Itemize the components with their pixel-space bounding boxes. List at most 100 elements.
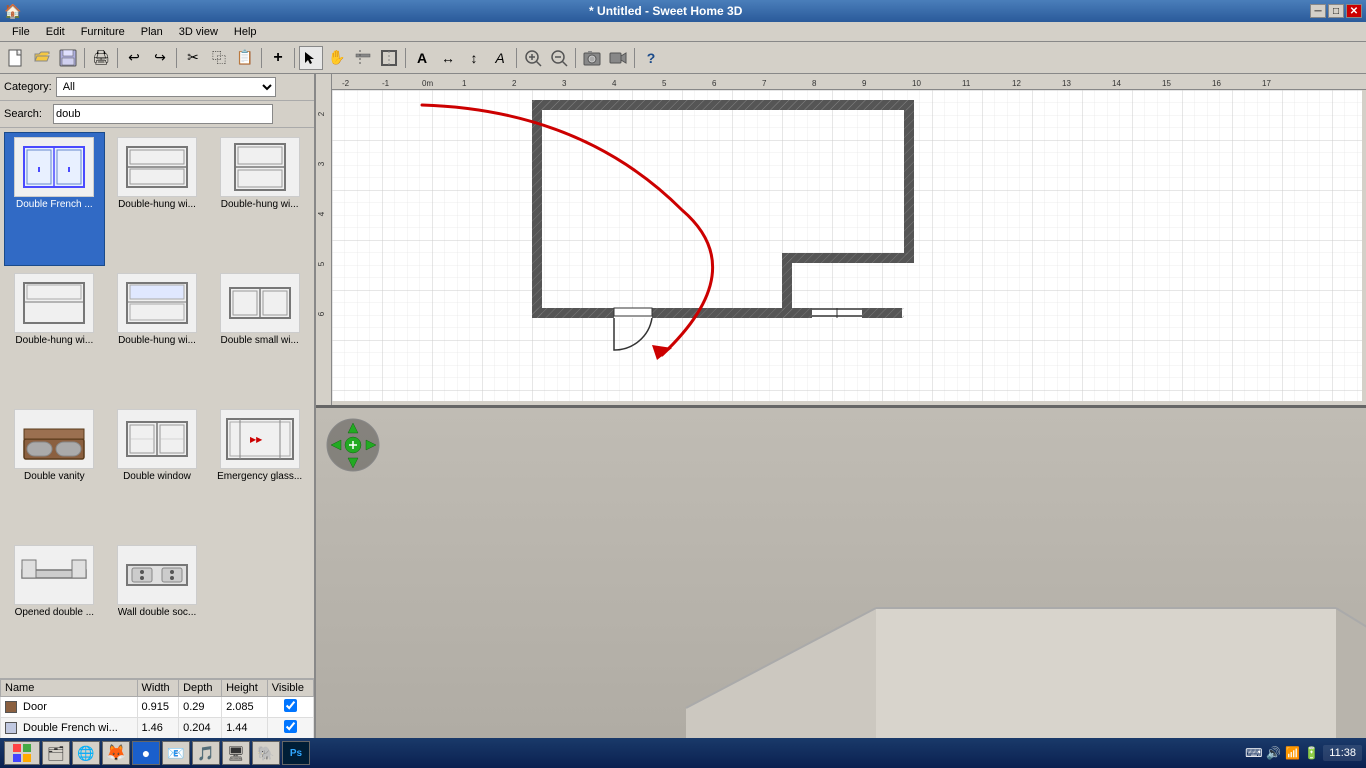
start-button[interactable] [4,741,40,765]
item-img-double-french [14,137,94,197]
item-opened-double[interactable]: Opened double ... [4,540,105,674]
table-row: Door 0.915 0.29 2.085 [1,697,314,718]
plan-view[interactable]: -2 -1 0m 1 2 3 4 5 6 7 8 9 10 11 12 13 1 [316,74,1366,408]
category-select[interactable]: All [56,77,276,97]
plan-grid [332,90,1366,405]
new-button[interactable] [4,46,28,70]
menu-furniture[interactable]: Furniture [73,24,133,40]
snapshot-button[interactable] [580,46,604,70]
select-button[interactable] [299,46,323,70]
sep9 [634,48,635,68]
item-img-emergency-glass: ▶▶ [220,409,300,469]
restore-button[interactable]: □ [1328,4,1344,18]
redo-button[interactable]: ↪ [148,46,172,70]
item-double-vanity[interactable]: Double vanity [4,404,105,538]
menu-3dview[interactable]: 3D view [171,24,226,40]
item-double-window[interactable]: Double window [107,404,208,538]
svg-text:3: 3 [317,161,326,166]
taskbar-music[interactable]: 🎵 [192,741,220,765]
item-double-hung-4[interactable]: Double-hung wi... [107,268,208,402]
item-label-double-hung-1: Double-hung wi... [118,199,196,210]
cut-button[interactable]: ✂ [181,46,205,70]
col-visible: Visible [267,680,313,697]
item-img-double-vanity [14,409,94,469]
item-double-hung-2[interactable]: Double-hung wi... [209,132,310,266]
svg-text:5: 5 [662,79,667,88]
category-label: Category: [4,81,52,93]
item-double-french[interactable]: Double French ... [4,132,105,266]
toolbar: 🖨 ↩ ↪ ✂ ⿻ 📋 + ✋ A ↔ ↕ A ? [0,42,1366,74]
create-walls-button[interactable] [351,46,375,70]
v-scrollbar[interactable] [1362,90,1366,401]
speaker-icon[interactable]: 🔊 [1266,746,1281,760]
item-wall-double[interactable]: Wall double soc... [107,540,208,674]
open-button[interactable] [30,46,54,70]
add-furniture-button[interactable]: + [266,46,290,70]
help-button[interactable]: ? [639,46,663,70]
font-button[interactable]: A [488,46,512,70]
taskbar-browser[interactable]: 🌐 [72,741,100,765]
undo-button[interactable]: ↩ [122,46,146,70]
zoom-in-button[interactable] [521,46,545,70]
row-name-door: Door [1,697,138,718]
svg-text:6: 6 [712,79,717,88]
network-icon[interactable]: 📶 [1285,746,1300,760]
add-text-button[interactable]: A [410,46,434,70]
taskbar-elephant[interactable]: 🐘 [252,741,280,765]
row-visible-door [267,697,313,718]
row-width-window: 1.46 [137,718,179,739]
search-input[interactable] [53,104,273,124]
col-height: Height [222,680,268,697]
sep6 [405,48,406,68]
print-button[interactable]: 🖨 [89,46,113,70]
row-name-window: Double French wi... [1,718,138,739]
item-double-small[interactable]: Double small wi... [209,268,310,402]
items-grid: Double French ... Double-hung wi... [0,128,314,678]
menu-plan[interactable]: Plan [133,24,171,40]
sep1 [84,48,85,68]
taskbar: 🗂 🌐 🦊 ● 📧 🎵 🖥 🐘 Ps ⌨ 🔊 📶 🔋 11:38 [0,738,1366,768]
taskbar-chromium[interactable]: ● [132,741,160,765]
menu-edit[interactable]: Edit [38,24,73,40]
svg-text:2: 2 [317,111,326,116]
plan-canvas[interactable] [332,90,1366,405]
taskbar-files[interactable]: 🗂 [42,741,70,765]
minimize-button[interactable]: ─ [1310,4,1326,18]
item-label-wall-double: Wall double soc... [118,607,197,618]
item-double-hung-3[interactable]: Double-hung wi... [4,268,105,402]
taskbar-photo[interactable]: Ps [282,741,310,765]
item-double-hung-1[interactable]: Double-hung wi... [107,132,208,266]
copy-button[interactable]: ⿻ [207,46,231,70]
item-label-emergency-glass: Emergency glass... [217,471,302,482]
title-bar: 🏠 * Untitled - Sweet Home 3D ─ □ ✕ [0,0,1366,22]
taskbar-monitor[interactable]: 🖥 [222,741,250,765]
system-tray: ⌨ 🔊 📶 🔋 11:38 [1245,745,1362,761]
menu-file[interactable]: File [4,24,38,40]
item-emergency-glass[interactable]: ▶▶ Emergency glass... [209,404,310,538]
close-button[interactable]: ✕ [1346,4,1362,18]
zoom-out-button[interactable] [547,46,571,70]
arrows-button[interactable]: ↕ [462,46,486,70]
row-width-door: 0.915 [137,697,179,718]
dimension-button[interactable]: ↔ [436,46,460,70]
col-width: Width [137,680,179,697]
save-button[interactable] [56,46,80,70]
menu-bar: File Edit Furniture Plan 3D view Help [0,22,1366,42]
svg-text:1: 1 [462,79,467,88]
window-title: * Untitled - Sweet Home 3D [21,4,1310,18]
sep5 [294,48,295,68]
svg-text:4: 4 [317,211,326,216]
video-button[interactable] [606,46,630,70]
view-3d[interactable] [316,408,1366,739]
item-label-double-hung-4: Double-hung wi... [118,335,196,346]
create-rooms-button[interactable] [377,46,401,70]
pan-button[interactable]: ✋ [325,46,349,70]
paste-button[interactable]: 📋 [233,46,257,70]
taskbar-firefox[interactable]: 🦊 [102,741,130,765]
svg-text:16: 16 [1212,79,1221,88]
h-scrollbar[interactable] [332,401,1366,405]
ruler-left: 2 3 4 5 6 [316,74,332,405]
svg-text:10: 10 [912,79,921,88]
menu-help[interactable]: Help [226,24,265,40]
taskbar-email[interactable]: 📧 [162,741,190,765]
